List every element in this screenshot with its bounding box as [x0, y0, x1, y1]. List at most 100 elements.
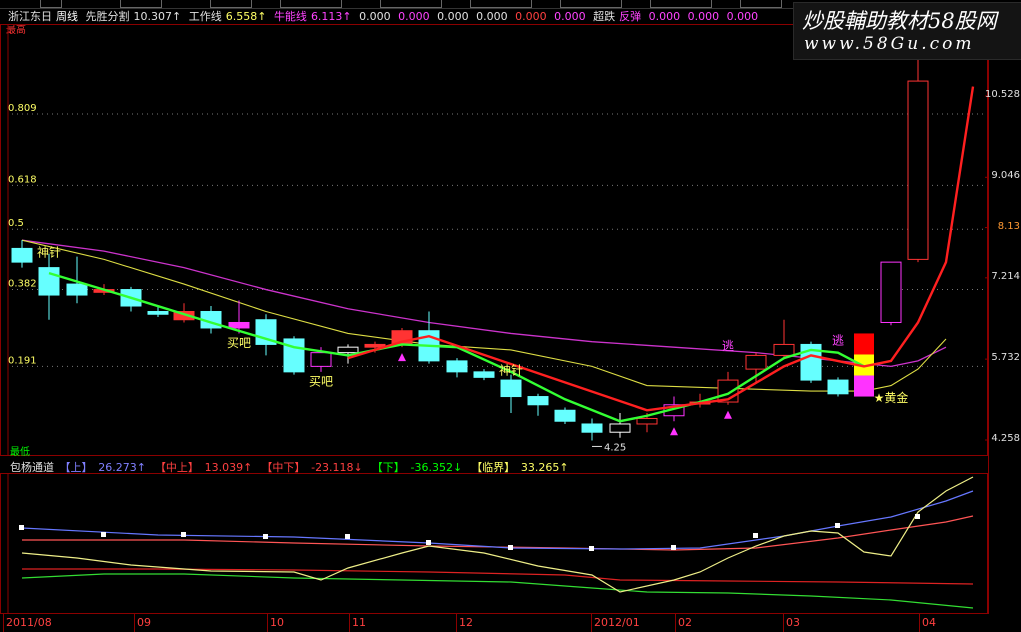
indicator-name: 工作线 [188, 10, 222, 23]
channel-marker [915, 514, 920, 519]
fib-label: 0.5 [8, 218, 24, 229]
indicator-value: 0.000 [687, 10, 720, 23]
indicator-value: 0.000 [515, 10, 547, 23]
time-tick-label: 03 [786, 616, 800, 629]
channel-marker [589, 546, 594, 551]
signal-bar [854, 333, 874, 355]
candle-body [147, 311, 169, 315]
candle-body [554, 409, 576, 422]
channel-lower-line [21, 573, 974, 609]
time-tick [456, 614, 457, 632]
time-tick [675, 614, 676, 632]
low-label: 最低 [10, 445, 30, 456]
signal-annotation: 神针 [37, 245, 61, 260]
indicator-header: 浙江东日 周线 先胜分割 10.307↑ 工作线 6.558↑ 牛能线 6.113↑ 0… [8, 8, 762, 24]
channel-marker [101, 532, 106, 537]
green-ma-line [48, 271, 865, 423]
signal-annotation: 神针 [499, 363, 523, 378]
price-tick-label: 10.528 [985, 89, 1020, 100]
period-label[interactable]: 周线 [56, 10, 78, 23]
channel-marker [508, 545, 513, 550]
channel-marker [835, 523, 840, 528]
indicator-value: 0.000 [359, 10, 391, 23]
watermark-logo: 炒股輔助教材58股网 www.58Gu.com [793, 2, 1021, 60]
candle-body [609, 423, 631, 433]
price-tick-label: 7.214 [991, 270, 1020, 282]
toolbar-tab[interactable] [650, 0, 712, 8]
buy-arrow-icon [398, 353, 406, 362]
toolbar-tab[interactable] [560, 0, 622, 8]
toolbar-tab[interactable] [120, 0, 162, 8]
time-axis: 2011/08 09 10 11 12 2012/01 02 03 04 [0, 614, 1021, 632]
channel-marker [345, 534, 350, 539]
signal-annotation: ★黄金 [874, 390, 909, 405]
channel-marker [263, 534, 268, 539]
candlestick-chart[interactable]: 0.8090.6180.50.3820.191最低 4.25神针买吧买吧神针逃 逃★… [0, 24, 988, 456]
candle-body [310, 352, 332, 367]
toolbar-tab[interactable] [740, 0, 782, 8]
fib-label: 0.809 [8, 103, 37, 114]
time-tick [919, 614, 920, 632]
watermark-title: 炒股輔助教材58股网 [802, 9, 997, 33]
time-tick [591, 614, 592, 632]
candle-body [446, 360, 468, 373]
buy-arrow-icon [724, 410, 732, 419]
fib-label: 0.618 [8, 174, 37, 185]
time-tick [3, 614, 4, 632]
indicator-name: 超跌 [593, 10, 616, 23]
signal-annotation: 买吧 [227, 336, 251, 350]
indicator-name: 先胜分割 [85, 10, 130, 23]
signal-annotation: 逃 [832, 333, 844, 347]
candle-body [527, 396, 549, 406]
channel-marker [753, 533, 758, 538]
time-tick [267, 614, 268, 632]
time-tick-label: 10 [270, 616, 284, 629]
price-axis: 10.528 9.046 8.13 7.214 5.732 4.258 [985, 24, 1021, 614]
toolbar-tab[interactable] [40, 0, 62, 8]
time-tick [349, 614, 350, 632]
time-tick-label: 11 [352, 616, 366, 629]
indicator-value: 6.558↑ [225, 10, 267, 23]
indicator-value: 0.000 [398, 10, 430, 23]
indicator-value: 0.000 [648, 10, 681, 23]
price-tick-label: 5.732 [991, 352, 1020, 364]
candle-body [38, 267, 60, 296]
candle-body [337, 346, 359, 354]
candle-body [745, 354, 767, 370]
toolbar-tab[interactable] [210, 0, 252, 8]
low-marker-label: 4.25 [604, 442, 626, 453]
time-tick-label: 09 [137, 616, 151, 629]
channel-indicator-chart[interactable] [0, 473, 988, 614]
indicator-name: 反弹 [619, 10, 642, 23]
candle-body [581, 423, 603, 433]
watermark-url: www.58Gu.com [804, 34, 975, 54]
time-tick-label: 2011/08 [6, 616, 52, 629]
channel-marker [671, 545, 676, 550]
candle-body [636, 417, 658, 425]
toolbar-tab[interactable] [280, 0, 342, 8]
candle-body [827, 379, 849, 395]
indicator-value: 10.307↑ [133, 10, 182, 23]
candle-body [11, 247, 33, 263]
channel-marker [426, 540, 431, 545]
fib-label: 0.191 [8, 355, 37, 366]
candle-body [907, 80, 929, 260]
toolbar-tab[interactable] [380, 0, 442, 8]
fib-label: 0.382 [8, 279, 37, 290]
time-tick-label: 2012/01 [594, 616, 640, 629]
price-tick-label: 8.13 [997, 220, 1020, 232]
indicator-value: 0.000 [554, 10, 586, 23]
indicator-value: 0.000 [726, 10, 759, 23]
candle-body [773, 343, 795, 356]
toolbar-tab[interactable] [470, 0, 532, 8]
indicator-value: 0.000 [437, 10, 469, 23]
candle-body [66, 283, 88, 296]
signal-annotation: 逃 [722, 339, 734, 353]
time-tick-label: 12 [459, 616, 473, 629]
time-tick [783, 614, 784, 632]
signal-bar [854, 375, 874, 397]
price-tick-label: 9.046 [991, 170, 1020, 182]
buy-arrow-icon [670, 427, 678, 436]
indicator-value: 6.113↑ [310, 10, 352, 23]
candle-body [500, 379, 522, 398]
